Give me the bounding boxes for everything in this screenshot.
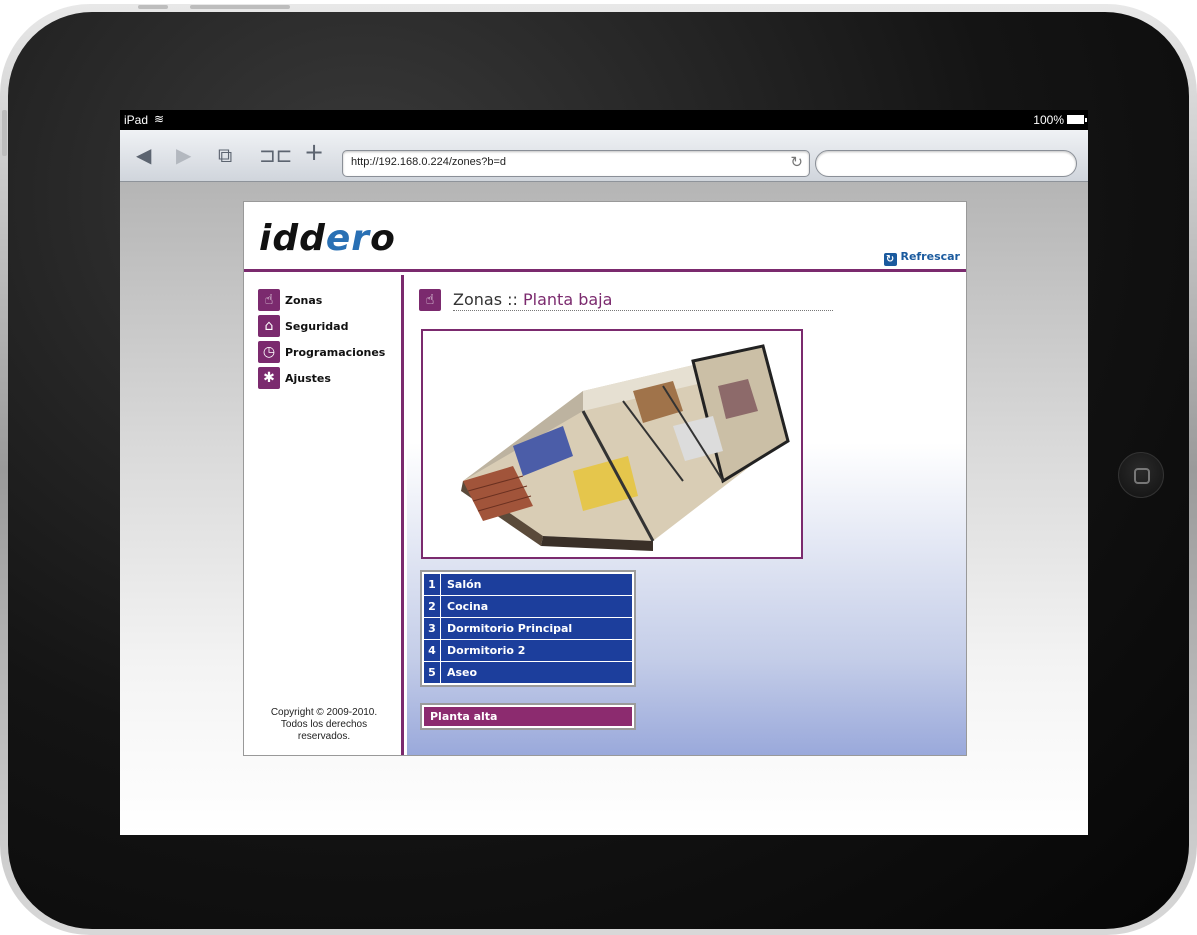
reload-icon[interactable]: ↻ [790, 153, 803, 171]
app-header: iddero ↻ Refrescar [244, 202, 966, 272]
nav-item-zonas[interactable]: ☝ Zonas [258, 289, 322, 311]
hand-pointer-icon: ☝ [258, 289, 280, 311]
home-square-icon [1134, 468, 1150, 484]
zone-name: Aseo [447, 666, 478, 679]
bookmarks-icon[interactable]: ⊐⊏ [259, 143, 293, 167]
hand-pointer-icon: ☝ [419, 289, 441, 311]
main-content: ☝ Zonas :: Planta baja 1 Salón 2 Cocina … [407, 275, 966, 755]
zone-number: 3 [424, 618, 441, 639]
nav-item-seguridad[interactable]: ⌂ Seguridad [258, 315, 348, 337]
list-item[interactable]: 3 Dormitorio Principal [424, 618, 632, 639]
house-shield-icon: ⌂ [258, 315, 280, 337]
planta-alta-button[interactable]: Planta alta [424, 707, 632, 726]
list-item[interactable]: 2 Cocina [424, 596, 632, 617]
page-viewport: iddero ↻ Refrescar ☝ Zonas ⌂ Seguridad ◷… [120, 182, 1088, 835]
side-switch [2, 110, 7, 156]
browser-toolbar: ◀ ▶ ⧉ ⊐⊏ + http://192.168.0.224/zones?b=… [120, 130, 1088, 182]
pages-icon[interactable]: ⧉ [218, 143, 232, 167]
add-icon[interactable]: + [304, 140, 324, 164]
zone-name: Cocina [447, 600, 489, 613]
nav-label: Seguridad [285, 319, 349, 333]
refresh-icon: ↻ [883, 253, 897, 266]
app-panel: iddero ↻ Refrescar ☝ Zonas ⌂ Seguridad ◷… [243, 201, 967, 756]
nav-item-programaciones[interactable]: ◷ Programaciones [258, 341, 385, 363]
refresh-label: Refrescar [900, 250, 960, 263]
copyright-text: Copyright © 2009-2010. Todos los derecho… [270, 707, 378, 742]
floorplan-illustration [461, 344, 790, 551]
wifi-icon: ≋ [154, 112, 165, 126]
nav-label: Ajustes [285, 371, 331, 385]
iddero-logo: iddero [259, 218, 396, 259]
battery-icon [1067, 115, 1087, 124]
status-bar: iPad ≋ 100% [120, 110, 1088, 130]
floorplan-image[interactable] [421, 329, 803, 559]
gear-icon: ✱ [258, 367, 280, 389]
floor-switch: Planta alta [420, 703, 636, 730]
ipad-screen: iPad ≋ 100% ◀ ▶ ⧉ ⊐⊏ + http://192.168.0.… [120, 110, 1088, 835]
volume-button [190, 5, 290, 9]
nav-label: Zonas [285, 293, 323, 307]
zone-list: 1 Salón 2 Cocina 3 Dormitorio Principal … [420, 570, 636, 687]
home-button[interactable] [1118, 452, 1164, 498]
page-title: ☝ Zonas :: Planta baja [419, 289, 833, 311]
list-item[interactable]: 4 Dormitorio 2 [424, 640, 632, 661]
nav-label: Programaciones [285, 345, 386, 359]
battery-percent: 100% [1033, 113, 1064, 127]
nav-item-ajustes[interactable]: ✱ Ajustes [258, 367, 331, 389]
power-button [138, 5, 168, 9]
title-section: Zonas :: [453, 289, 518, 309]
list-item[interactable]: 5 Aseo [424, 662, 632, 683]
refresh-link[interactable]: ↻ Refrescar [883, 250, 960, 266]
list-item[interactable]: 1 Salón [424, 574, 632, 595]
address-bar[interactable]: http://192.168.0.224/zones?b=d ↻ [342, 150, 810, 177]
search-field[interactable] [815, 150, 1077, 177]
forward-icon[interactable]: ▶ [176, 143, 191, 167]
zone-number: 2 [424, 596, 441, 617]
zone-number: 1 [424, 574, 441, 595]
zone-name: Dormitorio 2 [447, 644, 526, 657]
title-floor: Planta baja [523, 289, 613, 309]
sidebar: ☝ Zonas ⌂ Seguridad ◷ Programaciones ✱ A… [244, 275, 404, 755]
clock-icon: ◷ [258, 341, 280, 363]
zone-number: 5 [424, 662, 441, 683]
zone-number: 4 [424, 640, 441, 661]
zone-name: Dormitorio Principal [447, 622, 573, 635]
url-text: http://192.168.0.224/zones?b=d [351, 156, 507, 168]
back-icon[interactable]: ◀ [136, 143, 151, 167]
zone-name: Salón [447, 578, 482, 591]
device-name: iPad [124, 113, 149, 127]
